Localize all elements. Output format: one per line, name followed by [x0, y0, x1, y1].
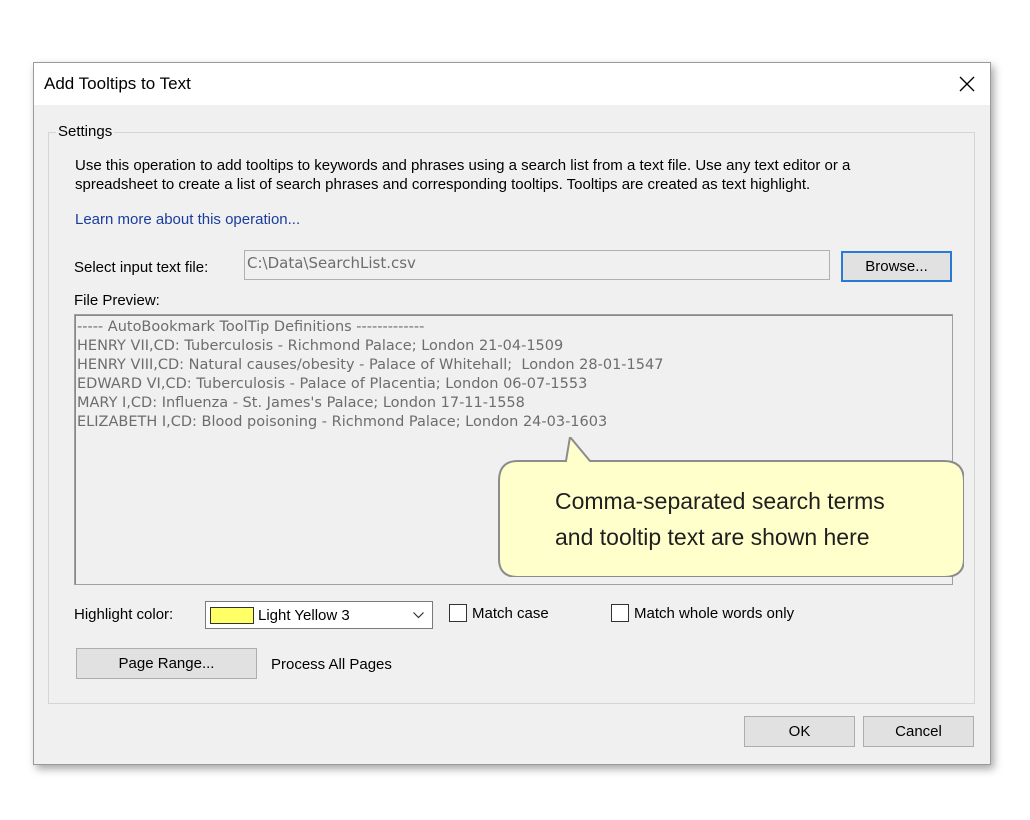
preview-line: HENRY VII,CD: Tuberculosis - Richmond Pa… [77, 338, 564, 354]
chevron-down-icon [413, 612, 424, 619]
file-preview-label: File Preview: [74, 292, 160, 309]
highlight-color-dropdown[interactable]: Light Yellow 3 [205, 601, 433, 629]
settings-legend: Settings [56, 123, 115, 140]
close-button[interactable] [952, 69, 982, 99]
callout-line-1: Comma-separated search terms [555, 488, 885, 514]
learn-more-link[interactable]: Learn more about this operation... [75, 211, 300, 228]
match-case-label[interactable]: Match case [472, 605, 549, 622]
match-case-checkbox[interactable] [449, 604, 467, 622]
highlight-color-label: Highlight color: [74, 606, 174, 623]
callout-annotation: Comma-separated search terms and tooltip… [498, 437, 964, 577]
cancel-button[interactable]: Cancel [863, 716, 974, 747]
match-whole-words-checkbox[interactable] [611, 604, 629, 622]
callout-text: Comma-separated search terms and tooltip… [555, 483, 955, 555]
dialog-title: Add Tooltips to Text [44, 74, 191, 93]
preview-line: MARY I,CD: Influenza - St. James's Palac… [77, 395, 525, 411]
color-swatch [210, 607, 254, 624]
preview-line: ELIZABETH I,CD: Blood poisoning - Richmo… [77, 414, 608, 430]
page-range-button[interactable]: Page Range... [76, 648, 257, 679]
callout-line-2: and tooltip text are shown here [555, 524, 870, 550]
input-file-field[interactable]: C:\Data\SearchList.csv [244, 250, 830, 280]
ok-button[interactable]: OK [744, 716, 855, 747]
operation-description: Use this operation to add tooltips to ke… [75, 157, 851, 193]
close-icon [959, 76, 975, 92]
input-file-label: Select input text file: [74, 259, 209, 276]
dialog-titlebar[interactable]: Add Tooltips to Text [34, 63, 990, 105]
preview-line: EDWARD VI,CD: Tuberculosis - Palace of P… [77, 376, 588, 392]
highlight-color-value: Light Yellow 3 [258, 607, 350, 624]
match-whole-words-label[interactable]: Match whole words only [634, 605, 794, 622]
preview-line: ----- AutoBookmark ToolTip Definitions -… [77, 319, 425, 335]
preview-line: HENRY VIII,CD: Natural causes/obesity - … [77, 357, 664, 373]
add-tooltips-dialog: Add Tooltips to Text Settings Use this o… [33, 62, 991, 765]
page-range-status: Process All Pages [271, 656, 392, 673]
browse-button[interactable]: Browse... [841, 251, 952, 282]
